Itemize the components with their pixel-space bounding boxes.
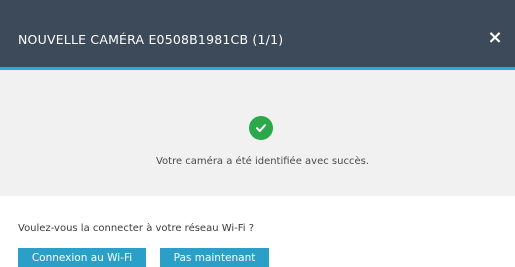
new-camera-dialog: NOUVELLE CAMÉRA E0508B1981CB (1/1) × Vot… [0, 0, 515, 267]
success-panel: Votre caméra a été identifiée avec succè… [0, 70, 515, 196]
not-now-button[interactable]: Pas maintenant [160, 248, 269, 267]
close-icon: × [487, 27, 503, 48]
dialog-header: NOUVELLE CAMÉRA E0508B1981CB (1/1) × [0, 0, 515, 67]
dialog-title: NOUVELLE CAMÉRA E0508B1981CB (1/1) [18, 32, 284, 47]
connect-wifi-button[interactable]: Connexion au Wi-Fi [18, 248, 146, 267]
checkmark-icon [256, 124, 266, 132]
check-circle-icon [249, 116, 273, 140]
close-button[interactable]: × [483, 26, 507, 50]
wifi-question: Voulez-vous la connecter à votre réseau … [18, 223, 255, 234]
success-message: Votre caméra a été identifiée avec succè… [155, 156, 370, 167]
